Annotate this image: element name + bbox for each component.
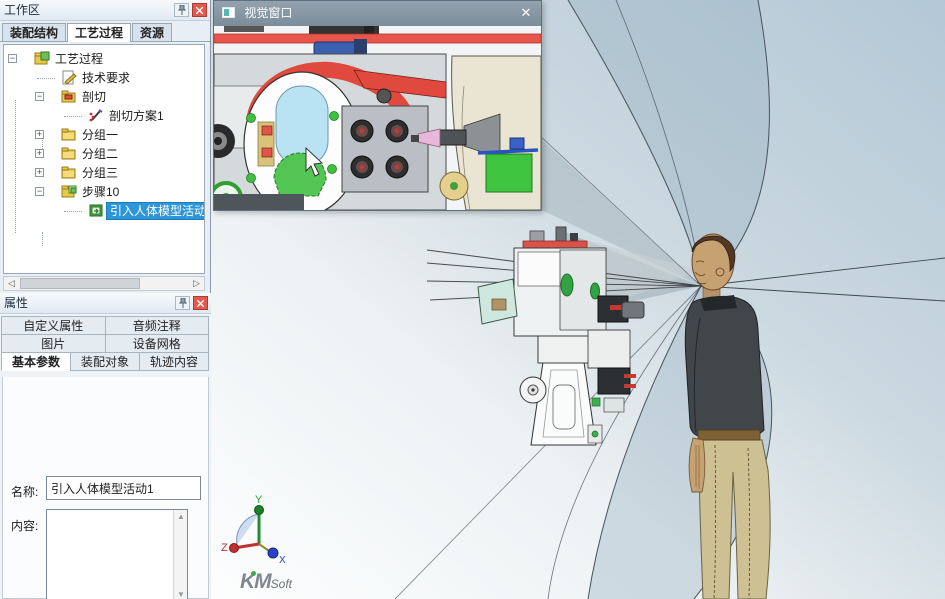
properties-close-icon[interactable]: [193, 296, 208, 310]
tree-guide-stub: [64, 211, 82, 212]
axis-y-label: Y: [255, 494, 263, 506]
scroll-up-icon[interactable]: ▲: [174, 512, 188, 521]
visual-window[interactable]: 视觉窗口 ✕: [213, 0, 542, 211]
properties-tab-2-1[interactable]: 装配对象: [70, 352, 140, 371]
scroll-left-icon[interactable]: ◁: [4, 277, 19, 290]
tree-item-label[interactable]: 步骤10: [79, 183, 122, 201]
logo-soft-text: Soft: [271, 577, 292, 591]
properties-pin-icon[interactable]: [175, 296, 190, 310]
tree-item-label[interactable]: 分组二: [79, 145, 121, 163]
tree-item-label[interactable]: 引入人体模型活动1: [106, 202, 205, 220]
process-folder-icon: [34, 51, 50, 66]
activity-icon: [88, 203, 104, 218]
visual-window-content: [214, 26, 541, 210]
folder-icon: [61, 146, 77, 161]
step-folder-icon: [61, 184, 77, 199]
properties-tab-1-1[interactable]: 设备网格: [105, 334, 210, 353]
process-tree: − 工艺过程技术要求 − 剖切剖切方案1 + 分组一 + 分组二 + 分组三 − 步骤10引入人体模型…: [3, 44, 205, 274]
properties-tab-row: 基本参数装配对象轨迹内容: [2, 353, 209, 371]
properties-tab-0-1[interactable]: 音频注释: [105, 316, 210, 335]
left-dock: 工作区 装配结构工艺过程资源 −工艺过程技术要求−剖切剖切方案1+分组一+分组二…: [0, 0, 211, 599]
workspace-panel-title: 工作区: [4, 3, 40, 17]
tree-item-label[interactable]: 剖切方案1: [106, 107, 167, 125]
visual-window-titlebar[interactable]: 视觉窗口 ✕: [214, 1, 541, 26]
tree-row: 剖切方案1: [4, 107, 204, 125]
tree-item-label[interactable]: 剖切: [79, 88, 109, 106]
section-plan-icon: [88, 108, 104, 123]
workspace-tab-0[interactable]: 装配结构: [2, 23, 66, 41]
tree-row: 技术要求: [4, 69, 204, 87]
properties-form: 名称: 内容: ▲ ▼ 检验类型: 资源库取词保存: [2, 377, 209, 599]
visual-window-icon: [222, 7, 235, 18]
tree-row: + 分组二: [4, 145, 204, 163]
properties-tab-2-2[interactable]: 轨迹内容: [139, 352, 209, 371]
workspace-tab-1[interactable]: 工艺过程: [67, 23, 131, 42]
kmsoft-logo: KMSoft: [240, 570, 292, 594]
properties-tab-row: 图片设备网格: [2, 335, 209, 353]
name-label: 名称:: [11, 483, 38, 500]
tree-horizontal-scrollbar[interactable]: ◁ ▷: [3, 276, 205, 291]
scrollbar-thumb[interactable]: [20, 278, 140, 289]
tree-row: + 分组三: [4, 164, 204, 182]
logo-accent-dot: [251, 571, 256, 576]
tree-guide-line: [42, 232, 43, 246]
workspace-panel-header: 工作区: [0, 0, 210, 21]
section-folder-icon: [61, 89, 77, 104]
properties-panel-header: 属性: [0, 293, 211, 314]
expand-icon[interactable]: +: [35, 149, 44, 158]
content-textarea[interactable]: ▲ ▼: [46, 509, 188, 599]
tech-doc-icon: [61, 70, 77, 85]
expand-icon[interactable]: +: [35, 130, 44, 139]
collapse-icon[interactable]: −: [35, 187, 44, 196]
workspace-tab-2[interactable]: 资源: [132, 23, 172, 41]
properties-panel-title: 属性: [4, 296, 28, 310]
tree-item-label[interactable]: 工艺过程: [52, 50, 106, 68]
tree-row: − 工艺过程: [4, 50, 204, 68]
application-window: 工作区 装配结构工艺过程资源 −工艺过程技术要求−剖切剖切方案1+分组一+分组二…: [0, 0, 945, 599]
tree-guide-stub: [64, 116, 82, 117]
content-scrollbar[interactable]: ▲ ▼: [173, 510, 187, 599]
tree-guide-stub: [37, 78, 55, 79]
workspace-pin-icon[interactable]: [174, 3, 189, 17]
tree-item-label[interactable]: 分组三: [79, 164, 121, 182]
properties-panel: 属性 自定义属性音频注释图片设备网格基本参数装配对象轨迹内容 名称: 内容:: [0, 293, 211, 599]
properties-tab-2-0[interactable]: 基本参数: [1, 352, 71, 371]
collapse-icon[interactable]: −: [35, 92, 44, 101]
axis-x-label: X: [279, 555, 286, 566]
scroll-down-icon[interactable]: ▼: [174, 590, 188, 599]
properties-tab-0-0[interactable]: 自定义属性: [1, 316, 106, 335]
properties-tab-row: 自定义属性音频注释: [2, 317, 209, 335]
expand-icon[interactable]: +: [35, 168, 44, 177]
content-label: 内容:: [11, 517, 38, 534]
properties-tab-1-0[interactable]: 图片: [1, 334, 106, 353]
scroll-right-icon[interactable]: ▷: [189, 277, 204, 290]
tree-item-label[interactable]: 分组一: [79, 126, 121, 144]
visual-window-close-icon[interactable]: ✕: [517, 5, 535, 22]
tree-row: − 步骤10: [4, 183, 204, 201]
collapse-icon[interactable]: −: [8, 54, 17, 63]
tree-item-label[interactable]: 技术要求: [79, 69, 133, 87]
folder-icon: [61, 127, 77, 142]
tree-row: − 剖切: [4, 88, 204, 106]
folder-icon: [61, 165, 77, 180]
workspace-close-icon[interactable]: [192, 3, 207, 17]
tree-row: + 分组一: [4, 126, 204, 144]
visual-window-title: 视觉窗口: [244, 6, 292, 20]
workspace-tab-strip: 装配结构工艺过程资源: [0, 23, 210, 42]
properties-tab-strip: 自定义属性音频注释图片设备网格基本参数装配对象轨迹内容: [2, 317, 209, 371]
axis-z-label: Z: [221, 542, 228, 554]
tree-row: 引入人体模型活动1: [4, 202, 204, 220]
name-input[interactable]: [46, 476, 201, 500]
